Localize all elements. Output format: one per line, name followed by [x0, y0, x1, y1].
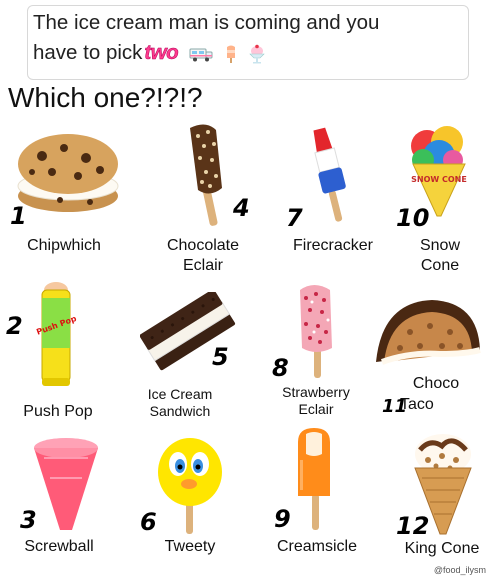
item-number-8: 8 [272, 354, 289, 382]
chocolate-eclair-image [190, 124, 222, 226]
snow-cone-cup-text: SNOW CONE [411, 175, 467, 184]
strawberry-eclair-image [300, 285, 332, 378]
caption-prefix: have to pick [33, 41, 143, 64]
item-label-choco-taco: Choco [412, 375, 460, 392]
item-label-firecracker: Firecracker [292, 237, 373, 254]
item-label-chocolate-eclair: Chocolate Eclair [166, 237, 240, 274]
screwball-image [34, 438, 98, 530]
item-number-10: 10 [396, 204, 430, 232]
tweety-image [158, 438, 222, 534]
chipwhich-image [17, 134, 119, 212]
push-pop-image: Push Pop [35, 282, 78, 386]
item-number-12: 12 [396, 512, 430, 540]
item-label-ice-cream-sandwich: Ice Cream Sandwich [147, 386, 213, 419]
item-label-king-cone: King Cone [404, 540, 480, 557]
creamsicle-image [298, 428, 330, 530]
item-label-screwball: Screwball [24, 538, 94, 555]
item-label-creamsicle: Creamsicle [276, 538, 357, 555]
caption-line-2: have to picktwo [33, 38, 463, 68]
item-number-4: 4 [233, 194, 250, 222]
item-number-1: 1 [10, 202, 27, 230]
item-number-6: 6 [140, 508, 157, 536]
caption-line-1: The ice cream man is coming and you [33, 11, 380, 34]
item-number-9: 9 [274, 505, 291, 533]
item-label-snow-cone: Snow Cone [419, 237, 461, 274]
highlight-word-two: two [144, 41, 179, 65]
item-label-push-pop: Push Pop [23, 403, 93, 420]
ice-cream-truck-icon [189, 48, 213, 62]
credit-handle: @food_ilysm [433, 565, 486, 575]
choco-taco-image [376, 300, 481, 365]
item-label-tweety: Tweety [164, 538, 216, 555]
caption-text: The ice cream man is coming and you have… [33, 8, 463, 68]
popsicle-icon [226, 45, 235, 63]
item-number-5: 5 [212, 343, 229, 371]
item-label-chipwhich: Chipwhich [27, 237, 101, 254]
question-heading: Which one?!?!? [8, 82, 203, 113]
sundae-icon [249, 44, 266, 64]
item-number-2: 2 [6, 312, 23, 340]
item-label-taco-line: Taco [400, 396, 434, 413]
item-number-7: 7 [286, 204, 303, 232]
firecracker-image [313, 127, 346, 222]
item-number-3: 3 [20, 506, 37, 534]
item-label-strawberry-eclair: Strawberry Eclair [282, 384, 350, 417]
